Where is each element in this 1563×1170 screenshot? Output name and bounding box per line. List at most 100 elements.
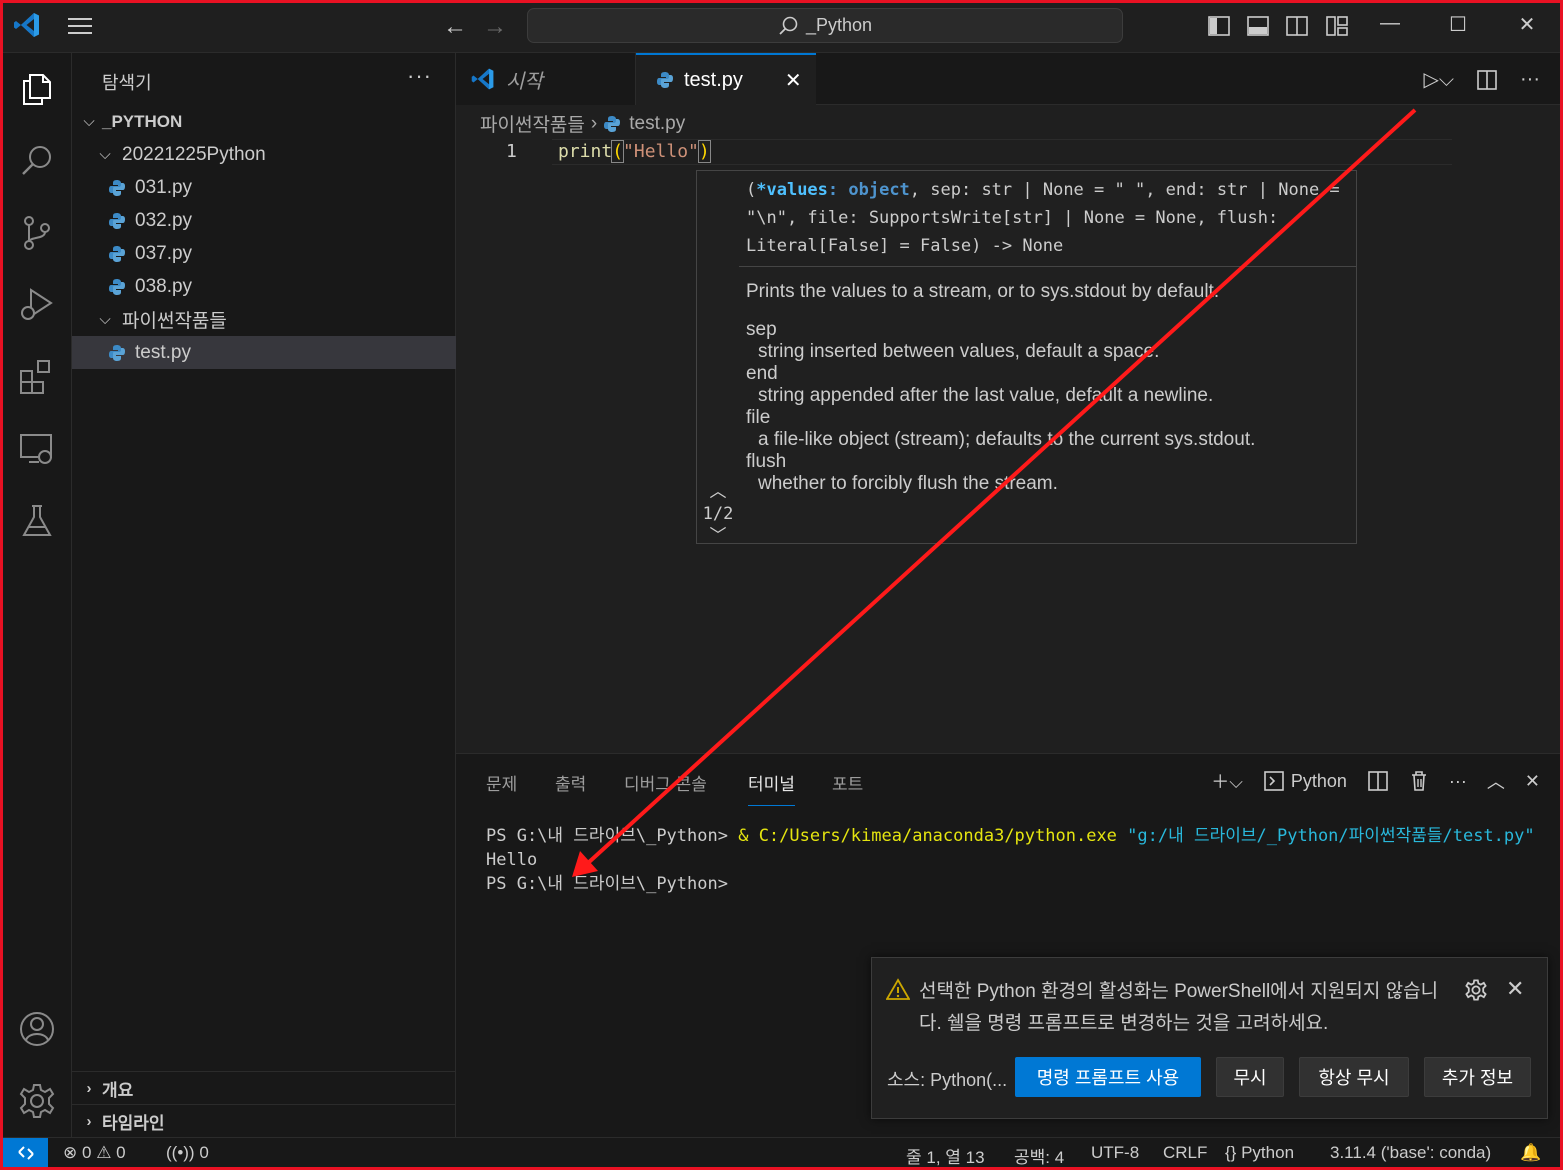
file-label: 037.py [135,242,193,264]
explorer-icon[interactable] [17,69,57,109]
editor-actions: ▷⌵ ··· [1423,67,1540,92]
settings-gear-icon[interactable] [17,1081,57,1121]
code-line[interactable]: print("Hello") [558,140,711,163]
tree-root-folder[interactable]: ⌵ _PYTHON [72,105,456,138]
ports-indicator[interactable]: ((•)) 0 [166,1143,209,1163]
minimize-icon[interactable]: — [1370,12,1410,35]
terminal-operator: & [738,826,759,846]
outline-section[interactable]: › 개요 [72,1071,456,1104]
python-interpreter[interactable]: 3.11.4 ('base': conda) [1330,1143,1491,1163]
forward-arrow-icon[interactable]: → [483,13,507,41]
tab-welcome[interactable]: 시작 [456,53,636,105]
tab-output[interactable]: 출력 [555,770,586,795]
back-arrow-icon[interactable]: ← [443,13,467,41]
python-file-icon [109,212,125,229]
indentation[interactable]: 공백: 4 [1014,1143,1064,1168]
source-control-icon[interactable] [17,213,57,253]
breadcrumb-folder[interactable]: 파이썬작품들 [480,110,585,137]
doc-param-name: end [746,363,778,384]
sidebar-title: 탐색기 [102,73,152,93]
doc-param-desc: whether to forcibly flush the stream. [758,473,1058,494]
tree-file[interactable]: 031.py [72,171,456,204]
tab-test-py[interactable]: test.py ✕ [636,53,816,105]
notification-settings-gear-icon[interactable] [1464,978,1488,1002]
tab-problems[interactable]: 문제 [486,770,517,795]
encoding[interactable]: UTF-8 [1091,1143,1139,1163]
line-ending[interactable]: CRLF [1163,1143,1207,1163]
search-icon[interactable] [17,141,57,181]
doc-param-desc: string appended after the last value, de… [758,385,1214,406]
menu-icon[interactable] [66,14,94,38]
language-mode[interactable]: {} Python [1225,1143,1294,1163]
tree-file[interactable]: 037.py [72,237,456,270]
tab-label: 시작 [506,70,543,93]
maximize-icon[interactable]: ☐ [1438,12,1478,37]
docstring: Prints the values to a stream, or to sys… [746,281,1356,495]
tab-ports[interactable]: 포트 [832,770,863,795]
ports-count: 0 [199,1143,209,1162]
tree-folder-python-works[interactable]: ⌵ 파이썬작품들 [72,303,456,336]
command-center-search[interactable]: _Python [527,8,1123,43]
doc-param-name: sep [746,319,777,340]
tree-file[interactable]: 032.py [72,204,456,237]
chevron-right-icon: › [86,1079,92,1097]
timeline-section[interactable]: › 타임라인 [72,1104,456,1137]
tab-debug-console[interactable]: 디버그 콘솔 [624,770,707,795]
close-tab-icon[interactable]: ✕ [785,68,802,93]
customize-layout-icon[interactable] [1325,14,1349,38]
tree-folder-20221225python[interactable]: ⌵ 20221225Python [72,138,456,171]
error-count: 0 [81,1143,92,1162]
code-string: "Hello" [623,141,699,162]
split-terminal-icon[interactable] [1367,770,1389,792]
more-actions-icon[interactable]: ··· [1520,68,1540,91]
tab-terminal[interactable]: 터미널 [748,770,795,806]
use-command-prompt-button[interactable]: 명령 프롬프트 사용 [1015,1057,1201,1097]
python-file-icon [109,179,125,196]
notifications-bell-icon[interactable]: 🔔 [1520,1143,1541,1163]
code-paren-close: ) [697,140,711,163]
overload-nav: ︿ 1/2 ﹀ [697,481,739,543]
run-debug-icon[interactable] [17,285,57,325]
close-panel-icon[interactable]: ✕ [1525,771,1540,792]
doc-param-desc: string inserted between values, default … [758,341,1160,362]
toggle-primary-sidebar-icon[interactable] [1207,14,1231,38]
breadcrumb-file[interactable]: test.py [629,113,685,135]
problems-indicator[interactable]: ⊗ 0 ⚠ 0 [63,1143,126,1163]
python-file-icon [109,278,125,295]
more-info-button[interactable]: 추가 정보 [1424,1057,1531,1097]
chevron-up-icon[interactable]: ︿ [697,481,739,503]
chevron-down-icon[interactable]: ﹀ [697,525,739,543]
warning-icon [886,978,910,1000]
close-window-icon[interactable]: ✕ [1507,12,1547,37]
search-icon [779,16,798,35]
accounts-icon[interactable] [17,1009,57,1049]
maximize-panel-icon[interactable]: ︿ [1487,768,1505,794]
notification-toast: 선택한 Python 환경의 활성화는 PowerShell에서 지원되지 않습… [871,957,1548,1119]
folder-label: 20221225Python [122,143,266,165]
ignore-button[interactable]: 무시 [1216,1057,1284,1097]
testing-flask-icon[interactable] [17,501,57,541]
tree-file-selected[interactable]: test.py [72,336,456,369]
terminal-shell-selector[interactable]: Python [1263,770,1347,792]
new-terminal-icon[interactable]: ＋⌵ [1211,768,1243,794]
terminal-line-prompt: PS G:\내 드라이브\_Python> [486,874,728,894]
terminal-output[interactable]: PS G:\내 드라이브\_Python> & C:/Users/kimea/a… [486,824,1546,896]
code-paren-open: ( [611,140,625,163]
split-editor-icon[interactable] [1476,69,1498,91]
close-notification-icon[interactable]: ✕ [1506,976,1524,1002]
toggle-panel-icon[interactable] [1246,14,1270,38]
tab-label: test.py [684,68,743,91]
toggle-secondary-sidebar-icon[interactable] [1285,14,1309,38]
sidebar-more-actions[interactable]: ··· [407,63,432,89]
remote-indicator[interactable] [3,1138,48,1168]
trash-icon[interactable] [1409,770,1429,792]
more-actions-icon[interactable]: ··· [1449,771,1467,792]
run-python-file-icon[interactable]: ▷⌵ [1423,67,1454,92]
tree-file[interactable]: 038.py [72,270,456,303]
cursor-position[interactable]: 줄 1, 열 13 [906,1143,985,1168]
vscode-logo-icon [471,68,494,90]
extensions-icon[interactable] [17,357,57,397]
always-ignore-button[interactable]: 항상 무시 [1299,1057,1409,1097]
remote-explorer-icon[interactable] [17,429,57,469]
timeline-label: 타임라인 [102,1113,165,1133]
